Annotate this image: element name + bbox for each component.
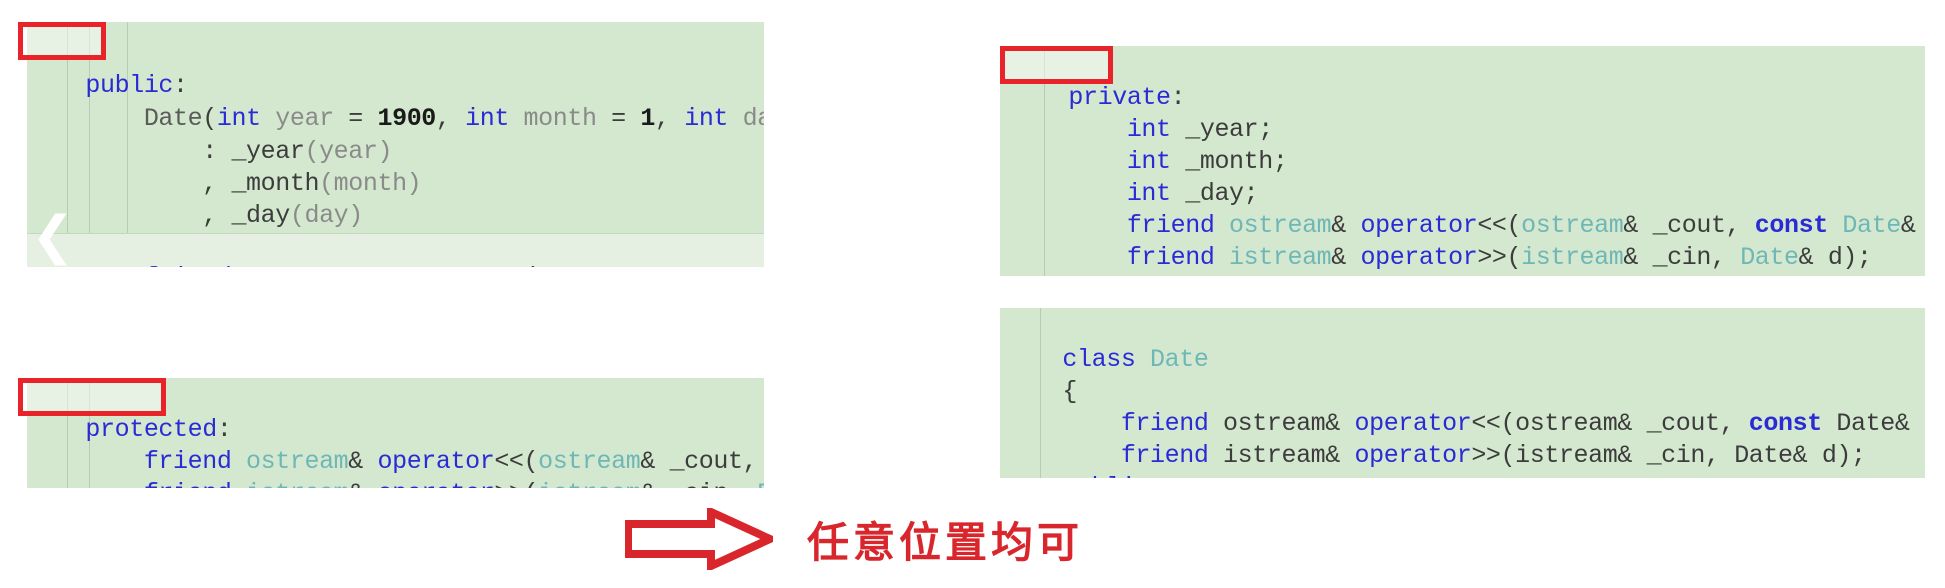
token-type: istream: [231, 479, 349, 488]
token-operator: operator: [1345, 243, 1478, 272]
private-keyword-highlight: [1000, 46, 1113, 84]
code-line: };: [1000, 246, 1088, 276]
code-line: public:: [1004, 444, 1165, 478]
token-keyword: int: [684, 104, 729, 133]
token-punct: & _cout,: [640, 263, 764, 267]
token-keyword: friend: [85, 263, 232, 267]
token-punct: & d);: [1792, 441, 1866, 470]
token-punct: :: [1150, 473, 1165, 478]
token-punct: >>(: [1477, 243, 1522, 272]
token-param: (day): [289, 201, 363, 230]
token-type: istream: [538, 479, 641, 488]
code-block-public: public: Date(int year = 1900, int month …: [27, 22, 764, 267]
token-operator: operator: [1339, 441, 1472, 470]
token-type: Date: [1740, 243, 1799, 272]
token-type: istream: [1515, 441, 1618, 470]
caption-row: 任意位置均可: [625, 508, 1083, 570]
token-punct: & d);: [1798, 243, 1872, 272]
token-type: istream: [1214, 243, 1332, 272]
token-keyword: public: [1062, 473, 1150, 478]
token-type: istream: [1208, 441, 1326, 470]
token-punct: ,: [435, 104, 466, 133]
token-punct: & d);: [1894, 409, 1925, 438]
token-keyword: friend: [85, 479, 232, 488]
token-number: 1: [640, 104, 655, 133]
token-punct: >>(: [494, 479, 538, 488]
token-punct: >>(: [1471, 441, 1516, 470]
token-type: ostream: [538, 263, 641, 267]
token-type: ostream: [231, 263, 349, 267]
token-punct: ,: [655, 104, 685, 133]
token-keyword: friend: [1068, 243, 1215, 272]
code-block-private: private: int _year; int _month; int _day…: [1000, 46, 1925, 276]
token-punct: & _cin,: [1623, 243, 1741, 272]
code-line-highlighted: friend ostream& operator<<(ostream& _cou…: [27, 234, 764, 267]
token-operator: operator: [363, 479, 494, 488]
token-class-name: Date: [1135, 345, 1209, 374]
caption-text: 任意位置均可: [807, 517, 1084, 567]
right-arrow-icon: [625, 508, 773, 570]
token-punct: & _cin,: [1617, 441, 1735, 470]
token-param: month: [508, 104, 597, 133]
token-punct: &: [348, 479, 363, 488]
token-punct: <<(: [494, 263, 538, 267]
code-line: friend istream& operator>>(istream& _cin…: [27, 450, 764, 488]
protected-keyword-highlight: [18, 378, 166, 416]
token-punct: &: [348, 263, 363, 267]
token-punct: &: [1325, 441, 1340, 470]
token-operator: operator: [363, 263, 494, 267]
public-keyword-highlight: [18, 22, 106, 60]
token-type: istream: [1521, 243, 1624, 272]
chevron-left-icon: ❮: [31, 207, 75, 265]
token-punct: & _cin,: [640, 479, 757, 488]
token-param: day: [742, 104, 764, 133]
token-punct: =: [596, 104, 641, 133]
token-type: Date: [757, 479, 764, 488]
token-punct: & d);: [1900, 211, 1916, 240]
code-block-class-date: class Date { friend ostream& operator<<(…: [1000, 308, 1925, 478]
token-braces: };: [1058, 275, 1088, 276]
code-line: friend istream& operator>>(istream& _cin…: [1010, 214, 1872, 276]
token-keyword: int: [465, 104, 509, 133]
token-punct: &: [1331, 243, 1346, 272]
token-type: Date: [1734, 441, 1793, 470]
